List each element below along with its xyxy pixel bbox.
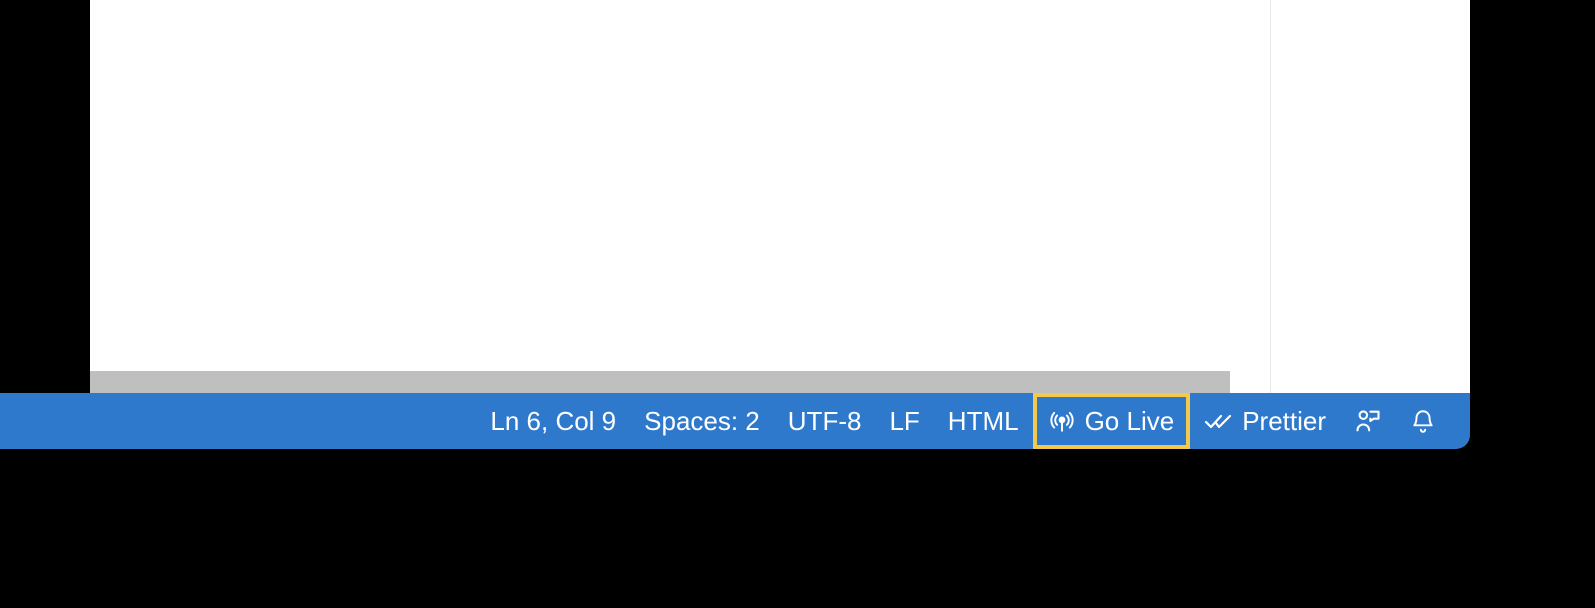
window-shadow bbox=[0, 449, 1470, 469]
feedback-button[interactable] bbox=[1340, 393, 1396, 449]
indentation-label: Spaces: 2 bbox=[644, 406, 760, 437]
status-bar: Ln 6, Col 9 Spaces: 2 UTF-8 LF HTML bbox=[0, 393, 1470, 449]
eol-button[interactable]: LF bbox=[875, 393, 933, 449]
indentation-button[interactable]: Spaces: 2 bbox=[630, 393, 774, 449]
language-mode-button[interactable]: HTML bbox=[934, 393, 1033, 449]
eol-label: LF bbox=[889, 406, 919, 437]
horizontal-scrollbar[interactable] bbox=[90, 371, 1230, 393]
prettier-label: Prettier bbox=[1242, 406, 1326, 437]
editor-window: Ln 6, Col 9 Spaces: 2 UTF-8 LF HTML bbox=[0, 0, 1470, 449]
bell-icon bbox=[1410, 408, 1436, 434]
encoding-button[interactable]: UTF-8 bbox=[774, 393, 876, 449]
feedback-icon bbox=[1354, 407, 1382, 435]
go-live-button[interactable]: Go Live bbox=[1033, 393, 1191, 449]
encoding-label: UTF-8 bbox=[788, 406, 862, 437]
cursor-position-label: Ln 6, Col 9 bbox=[490, 406, 616, 437]
editor-pane bbox=[90, 0, 1470, 393]
minimap[interactable] bbox=[1270, 0, 1470, 393]
notifications-button[interactable] bbox=[1396, 393, 1450, 449]
cursor-position-button[interactable]: Ln 6, Col 9 bbox=[476, 393, 630, 449]
editor-content[interactable] bbox=[90, 0, 1270, 393]
double-check-icon bbox=[1204, 410, 1232, 432]
broadcast-icon bbox=[1049, 408, 1075, 434]
go-live-label: Go Live bbox=[1085, 406, 1175, 437]
language-mode-label: HTML bbox=[948, 406, 1019, 437]
prettier-button[interactable]: Prettier bbox=[1190, 393, 1340, 449]
